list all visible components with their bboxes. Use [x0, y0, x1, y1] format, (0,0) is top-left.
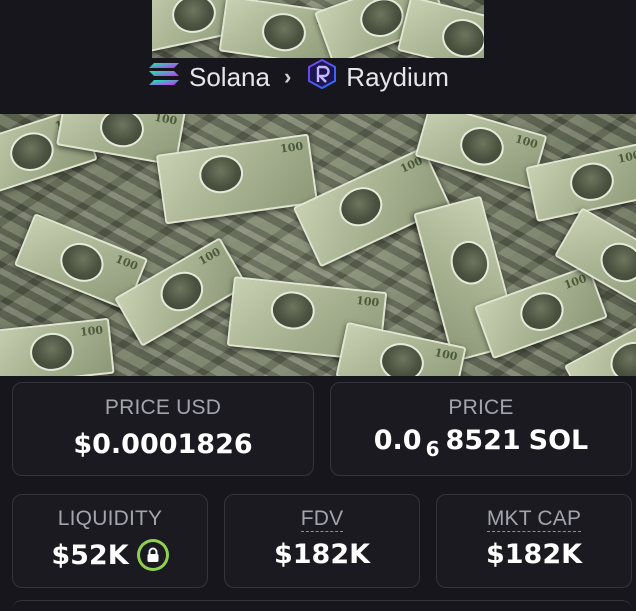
- price-sol-value: 0.0 6 8521 SOL: [331, 425, 631, 461]
- chain-name: Solana: [189, 61, 270, 92]
- dex-name: Raydium: [346, 61, 449, 92]
- chevron-right-icon: ›: [283, 64, 292, 89]
- breadcrumb: Solana › Raydium: [148, 58, 449, 96]
- token-logo-image: [152, 0, 484, 58]
- liquidity-label: LIQUIDITY: [57, 507, 163, 530]
- liquidity-card: LIQUIDITY $52K: [12, 494, 208, 588]
- price-usd-value: $0.0001826: [73, 429, 253, 460]
- price-usd-card: PRICE USD $0.0001826: [12, 382, 314, 476]
- mkt-cap-label[interactable]: MKT CAP: [486, 507, 582, 532]
- price-sol-zero-count: 6: [425, 436, 440, 461]
- fdv-label[interactable]: FDV: [300, 507, 344, 532]
- solana-logo-icon: [148, 61, 180, 94]
- price-sol-card: PRICE 0.0 6 8521 SOL: [330, 382, 632, 476]
- price-usd-label: PRICE USD: [104, 396, 222, 419]
- price-sol-prefix: 0.0: [373, 425, 422, 456]
- fdv-value: $182K: [273, 539, 371, 570]
- mkt-cap-value: $182K: [485, 539, 583, 570]
- chain-link[interactable]: Solana: [148, 61, 270, 94]
- mkt-cap-card: MKT CAP $182K: [436, 494, 632, 588]
- raydium-logo-icon: [307, 58, 337, 96]
- dex-link[interactable]: Raydium: [307, 58, 449, 96]
- price-sol-digits: 8521: [445, 425, 521, 456]
- token-header-image: [0, 114, 636, 376]
- liquidity-value-row: $52K: [13, 539, 207, 571]
- fdv-label-wrap: FDV: [225, 507, 419, 532]
- mkt-cap-label-wrap: MKT CAP: [437, 507, 631, 532]
- liquidity-value: $52K: [51, 539, 129, 571]
- price-sol-label: PRICE: [448, 396, 514, 419]
- price-sol-unit: SOL: [528, 425, 589, 456]
- fdv-card: FDV $182K: [224, 494, 420, 588]
- lock-icon[interactable]: [136, 539, 169, 571]
